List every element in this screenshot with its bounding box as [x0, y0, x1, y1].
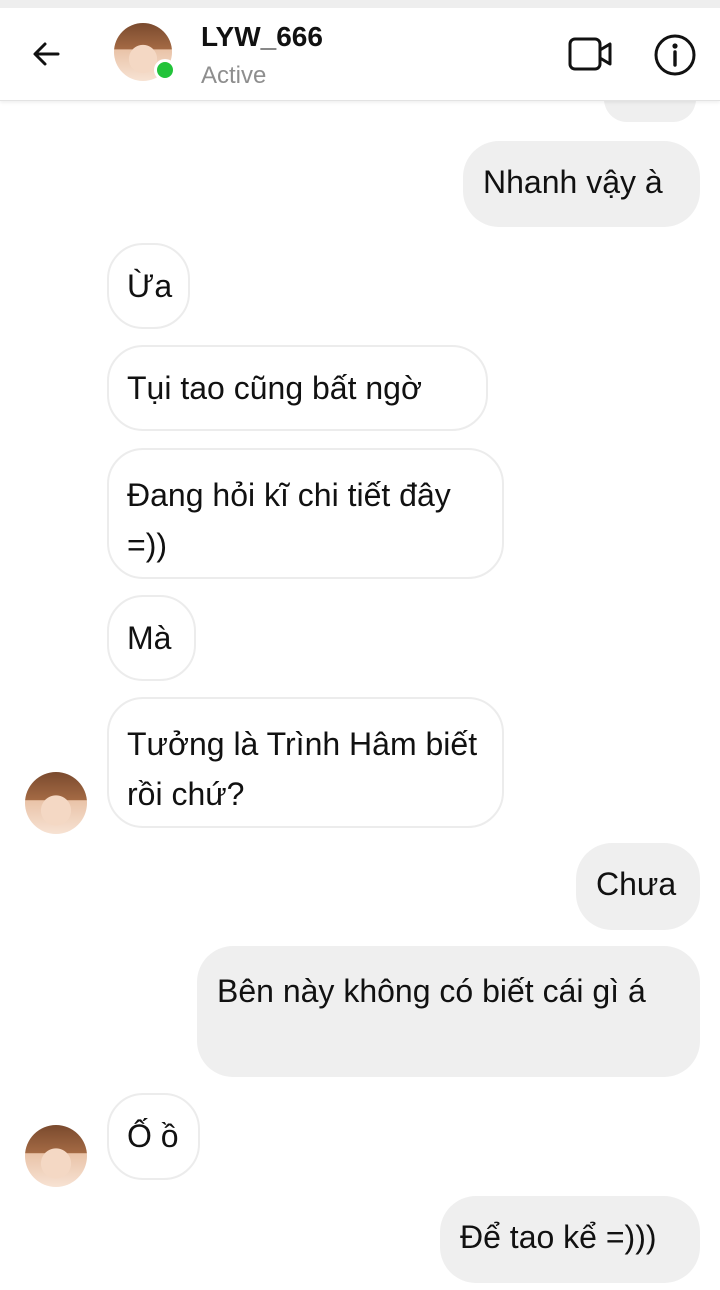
online-status-dot — [154, 59, 176, 81]
video-camera-icon — [568, 37, 612, 71]
status-bar-strip — [0, 0, 720, 8]
header-avatar[interactable] — [114, 23, 176, 81]
message-text: Để tao kể =))) — [460, 1219, 657, 1255]
message-text: Tưởng là Trình Hâm biết rồi chứ? — [127, 726, 478, 812]
message-text: Bên này không có biết cái gì á — [217, 973, 646, 1009]
message-bubble-incoming[interactable]: Ừa — [107, 243, 190, 329]
message-text: Ố ồ — [127, 1118, 179, 1154]
contact-name[interactable]: LYW_666 — [201, 21, 323, 53]
message-bubble-incoming[interactable]: Tụi tao cũng bất ngờ — [107, 345, 488, 431]
video-call-button[interactable] — [566, 34, 614, 74]
message-bubble-outgoing[interactable]: Để tao kể =))) — [440, 1196, 700, 1283]
message-bubble-incoming[interactable]: Tưởng là Trình Hâm biết rồi chứ? — [107, 697, 504, 828]
message-text: Chưa — [596, 866, 677, 902]
sender-avatar[interactable] — [25, 1125, 87, 1187]
message-bubble-incoming[interactable]: Mà — [107, 595, 196, 681]
message-text: Ừa — [127, 268, 173, 304]
message-text: Mà — [127, 620, 172, 656]
back-button[interactable] — [24, 32, 68, 76]
message-bubble-outgoing[interactable]: Bên này không có biết cái gì á — [197, 946, 700, 1077]
message-text: Nhanh vậy à — [483, 164, 663, 200]
message-bubble-outgoing[interactable]: Nhanh vậy à — [463, 141, 700, 227]
arrow-left-icon — [33, 42, 60, 66]
contact-status: Active — [201, 62, 267, 89]
info-icon — [654, 34, 696, 76]
message-bubble-incoming[interactable]: Ố ồ — [107, 1093, 200, 1180]
message-bubble-incoming[interactable]: Đang hỏi kĩ chi tiết đây =)) — [107, 448, 504, 579]
info-button[interactable] — [652, 32, 698, 78]
sender-avatar[interactable] — [25, 772, 87, 834]
message-bubble-outgoing[interactable]: Chưa — [576, 843, 700, 930]
message-text: Tụi tao cũng bất ngờ — [127, 370, 422, 406]
chat-header: LYW_666 Active — [0, 8, 720, 101]
message-text: Đang hỏi kĩ chi tiết đây =)) — [127, 477, 451, 563]
